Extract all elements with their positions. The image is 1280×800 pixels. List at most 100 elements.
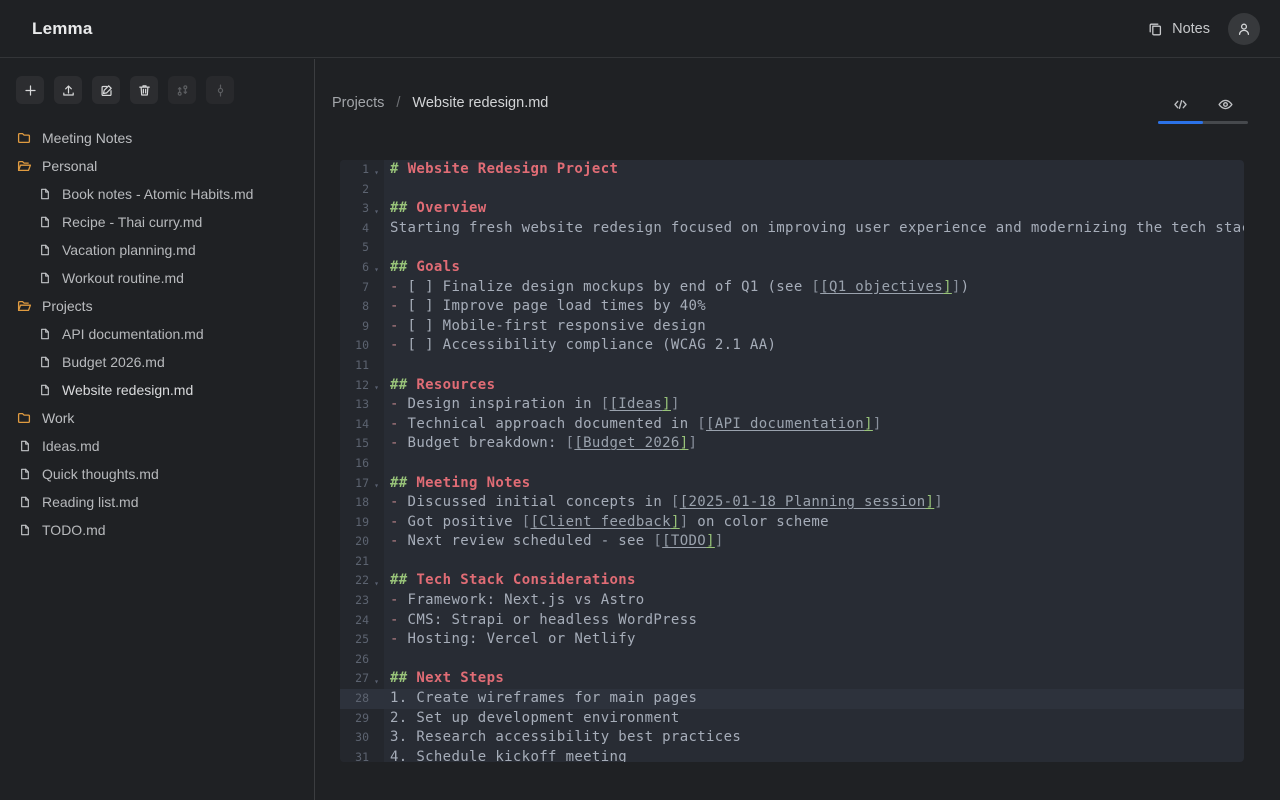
- sidebar-item-projects[interactable]: Projects: [0, 292, 314, 320]
- breadcrumb-separator: /: [396, 95, 400, 111]
- editor-line-18[interactable]: 18- Discussed initial concepts in [[2025…: [340, 493, 1244, 513]
- code-line-content[interactable]: 1. Create wireframes for main pages: [384, 689, 1244, 709]
- sidebar-item-budget-2026-md[interactable]: Budget 2026.md: [0, 348, 314, 376]
- tree-item-label: Website redesign.md: [62, 382, 193, 398]
- sidebar-item-vacation-planning-md[interactable]: Vacation planning.md: [0, 236, 314, 264]
- upload-button[interactable]: [54, 76, 82, 104]
- file-icon: [18, 495, 32, 509]
- edit-note-button[interactable]: [92, 76, 120, 104]
- sidebar-item-work[interactable]: Work: [0, 404, 314, 432]
- code-line-content[interactable]: - [ ] Mobile-first responsive design: [384, 317, 1244, 337]
- code-line-content[interactable]: - Hosting: Vercel or Netlify: [384, 630, 1244, 650]
- code-line-content[interactable]: [384, 454, 1244, 474]
- sidebar-item-api-documentation-md[interactable]: API documentation.md: [0, 320, 314, 348]
- editor-line-15[interactable]: 15- Budget breakdown: [[Budget 2026]]: [340, 434, 1244, 454]
- sidebar-item-personal[interactable]: Personal: [0, 152, 314, 180]
- editor-line-2[interactable]: 2: [340, 180, 1244, 200]
- code-line-content[interactable]: - [ ] Improve page load times by 40%: [384, 297, 1244, 317]
- editor-line-29[interactable]: 292. Set up development environment: [340, 709, 1244, 729]
- editor-line-22[interactable]: 22▾## Tech Stack Considerations: [340, 571, 1244, 591]
- editor-line-31[interactable]: 314. Schedule kickoff meeting: [340, 748, 1244, 762]
- code-line-content[interactable]: ## Tech Stack Considerations: [384, 571, 1244, 591]
- code-line-content[interactable]: - Design inspiration in [[Ideas]]: [384, 395, 1244, 415]
- fold-chevron-icon[interactable]: ▾: [369, 471, 384, 496]
- code-line-content[interactable]: ## Goals: [384, 258, 1244, 278]
- code-line-content[interactable]: [384, 180, 1244, 200]
- user-avatar[interactable]: [1228, 13, 1260, 45]
- tab-source-view[interactable]: [1158, 87, 1203, 121]
- fold-chevron-icon[interactable]: ▾: [369, 569, 384, 594]
- file-icon: [38, 383, 52, 397]
- editor-line-21[interactable]: 21: [340, 552, 1244, 572]
- code-line-content[interactable]: [384, 238, 1244, 258]
- editor-line-24[interactable]: 24- CMS: Strapi or headless WordPress: [340, 611, 1244, 631]
- code-line-content[interactable]: 3. Research accessibility best practices: [384, 728, 1244, 748]
- sidebar-item-todo-md[interactable]: TODO.md: [0, 516, 314, 544]
- line-number: 25: [345, 630, 369, 650]
- editor-line-19[interactable]: 19- Got positive [[Client feedback]] on …: [340, 513, 1244, 533]
- fold-chevron-icon[interactable]: ▾: [369, 667, 384, 692]
- code-line-content[interactable]: # Website Redesign Project: [384, 160, 1244, 180]
- notes-button[interactable]: Notes: [1147, 21, 1210, 37]
- editor-line-14[interactable]: 14- Technical approach documented in [[A…: [340, 415, 1244, 435]
- code-line-content[interactable]: ## Meeting Notes: [384, 474, 1244, 494]
- editor-line-3[interactable]: 3▾## Overview: [340, 199, 1244, 219]
- line-number: 8: [345, 297, 369, 317]
- code-line-content[interactable]: ## Overview: [384, 199, 1244, 219]
- editor-line-5[interactable]: 5: [340, 238, 1244, 258]
- editor-line-13[interactable]: 13- Design inspiration in [[Ideas]]: [340, 395, 1244, 415]
- sidebar-item-book-notes-atomic-habits-md[interactable]: Book notes - Atomic Habits.md: [0, 180, 314, 208]
- delete-note-button[interactable]: [130, 76, 158, 104]
- code-line-content[interactable]: - CMS: Strapi or headless WordPress: [384, 611, 1244, 631]
- editor-line-4[interactable]: 4Starting fresh website redesign focused…: [340, 219, 1244, 239]
- editor-line-17[interactable]: 17▾## Meeting Notes: [340, 474, 1244, 494]
- code-line-content[interactable]: - Framework: Next.js vs Astro: [384, 591, 1244, 611]
- editor-line-1[interactable]: 1▾# Website Redesign Project: [340, 160, 1244, 180]
- markdown-editor[interactable]: 1▾# Website Redesign Project23▾## Overvi…: [340, 160, 1244, 762]
- fold-chevron-icon[interactable]: ▾: [369, 373, 384, 398]
- code-line-content[interactable]: - Next review scheduled - see [[TODO]]: [384, 532, 1244, 552]
- fold-chevron-icon[interactable]: ▾: [369, 197, 384, 222]
- code-line-content[interactable]: [384, 650, 1244, 670]
- code-line-content[interactable]: ## Resources: [384, 376, 1244, 396]
- sidebar-item-workout-routine-md[interactable]: Workout routine.md: [0, 264, 314, 292]
- code-line-content[interactable]: [384, 552, 1244, 572]
- sidebar-item-quick-thoughts-md[interactable]: Quick thoughts.md: [0, 460, 314, 488]
- code-line-content[interactable]: [384, 356, 1244, 376]
- tree-item-label: TODO.md: [42, 522, 106, 538]
- breadcrumb-folder[interactable]: Projects: [332, 95, 384, 111]
- tab-preview-view[interactable]: [1203, 87, 1248, 121]
- sidebar-item-reading-list-md[interactable]: Reading list.md: [0, 488, 314, 516]
- sidebar-item-meeting-notes[interactable]: Meeting Notes: [0, 124, 314, 152]
- editor-line-6[interactable]: 6▾## Goals: [340, 258, 1244, 278]
- sidebar-item-ideas-md[interactable]: Ideas.md: [0, 432, 314, 460]
- code-line-content[interactable]: 2. Set up development environment: [384, 709, 1244, 729]
- editor-line-10[interactable]: 10- [ ] Accessibility compliance (WCAG 2…: [340, 336, 1244, 356]
- code-line-content[interactable]: - [ ] Accessibility compliance (WCAG 2.1…: [384, 336, 1244, 356]
- editor-line-7[interactable]: 7- [ ] Finalize design mockups by end of…: [340, 278, 1244, 298]
- code-line-content[interactable]: - Got positive [[Client feedback]] on co…: [384, 513, 1244, 533]
- code-line-content[interactable]: Starting fresh website redesign focused …: [384, 219, 1244, 239]
- editor-line-11[interactable]: 11: [340, 356, 1244, 376]
- sidebar-item-recipe-thai-curry-md[interactable]: Recipe - Thai curry.md: [0, 208, 314, 236]
- editor-line-8[interactable]: 8 - [ ] Improve page load times by 40%: [340, 297, 1244, 317]
- editor-line-30[interactable]: 303. Research accessibility best practic…: [340, 728, 1244, 748]
- editor-line-23[interactable]: 23- Framework: Next.js vs Astro: [340, 591, 1244, 611]
- editor-line-25[interactable]: 25 - Hosting: Vercel or Netlify: [340, 630, 1244, 650]
- new-note-button[interactable]: [16, 76, 44, 104]
- sidebar-item-website-redesign-md[interactable]: Website redesign.md: [0, 376, 314, 404]
- code-line-content[interactable]: ## Next Steps: [384, 669, 1244, 689]
- editor-line-27[interactable]: 27▾## Next Steps: [340, 669, 1244, 689]
- code-line-content[interactable]: 4. Schedule kickoff meeting: [384, 748, 1244, 762]
- code-line-content[interactable]: - Discussed initial concepts in [[2025-0…: [384, 493, 1244, 513]
- editor-line-9[interactable]: 9- [ ] Mobile-first responsive design: [340, 317, 1244, 337]
- editor-line-20[interactable]: 20- Next review scheduled - see [[TODO]]: [340, 532, 1244, 552]
- editor-line-16[interactable]: 16: [340, 454, 1244, 474]
- editor-line-28[interactable]: 281. Create wireframes for main pages: [340, 689, 1244, 709]
- code-line-content[interactable]: - Technical approach documented in [[API…: [384, 415, 1244, 435]
- editor-line-26[interactable]: 26: [340, 650, 1244, 670]
- code-line-content[interactable]: - Budget breakdown: [[Budget 2026]]: [384, 434, 1244, 454]
- editor-line-12[interactable]: 12▾## Resources: [340, 376, 1244, 396]
- fold-chevron-icon[interactable]: ▾: [369, 255, 384, 280]
- code-line-content[interactable]: - [ ] Finalize design mockups by end of …: [384, 278, 1244, 298]
